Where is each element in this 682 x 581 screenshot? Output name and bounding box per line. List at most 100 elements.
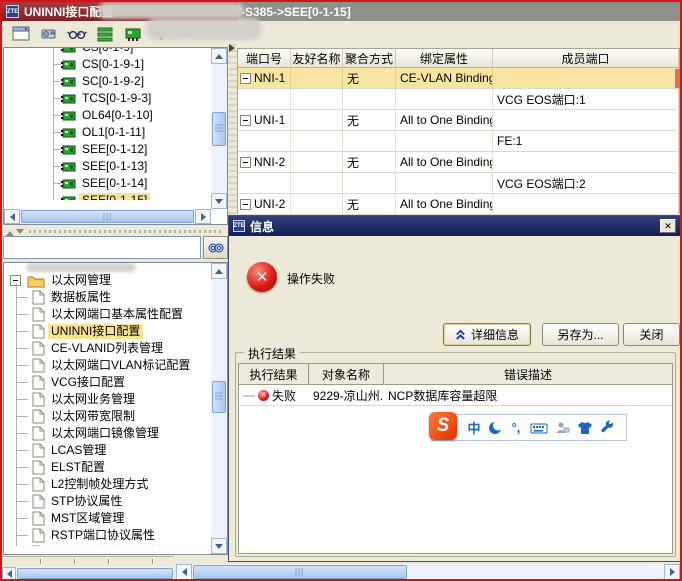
column-header[interactable]: 成员端口 [493,49,679,68]
tree-node-tcs0193[interactable]: TCS[0-1-9-3] [4,90,211,107]
tree-node-label: PVSTP端口协议属性设置 [48,545,189,546]
search-button[interactable] [203,236,228,259]
nav-item-0[interactable]: 数据板属性 [4,289,211,306]
tree-node-cs0191[interactable]: CS[0-1-9-1] [4,56,211,73]
nav-item-11[interactable]: L2控制帧处理方式 [4,476,211,493]
scroll-thumb[interactable] [17,568,173,579]
column-header[interactable]: 友好名称 [291,49,343,68]
chevron-double-up-icon [455,329,466,340]
column-header[interactable]: 绑定属性 [396,49,493,68]
scroll-right-button[interactable] [195,209,211,224]
page-icon [32,426,45,441]
scroll-thumb[interactable] [193,565,407,579]
nav-item-4[interactable]: 以太网端口VLAN标记配置 [4,357,211,374]
ports-table-row[interactable]: UNI-1无All to One Binding [238,110,679,131]
scroll-right-button[interactable] [664,564,680,580]
tree-board-icon [61,93,76,105]
tree-node-ol640110[interactable]: OL64[0-1-10] [4,107,211,124]
save-as-button[interactable]: 另存为... [542,323,619,346]
page-icon [32,341,45,356]
punctuation-icon[interactable]: °, [506,418,526,438]
cell-value: 无 [347,70,359,87]
tree-node-label: 以太网业务管理 [48,392,138,407]
moon-icon[interactable] [487,420,503,436]
nav-item-9[interactable]: LCAS管理 [4,442,211,459]
panel-splitter[interactable] [3,227,228,235]
scroll-thumb[interactable] [212,112,226,146]
board-tree-panel: CS[0-1-9] CS[0-1-9-1]SC[0-1-9-2]TCS[0-1-9… [3,47,228,225]
tree-node-sc0192[interactable]: SC[0-1-9-2] [4,73,211,90]
nav-item-1[interactable]: 以太网端口基本属性配置 [4,306,211,323]
app-window: ZTE UNINNI接口配置 -S385->SEE[0-1-15] CS[0-1… [0,0,682,581]
tree-node-cs019[interactable]: CS[0-1-9] [4,47,211,56]
tree-node-label: CS[0-1-9] [79,47,136,55]
column-header[interactable]: 聚合方式 [343,49,396,68]
details-button[interactable]: 详细信息 [443,323,531,346]
tree-node-see0115[interactable]: SEE[0-1-15] [4,192,211,200]
row-expander-icon[interactable] [240,199,251,210]
row-expander-icon[interactable] [240,157,251,168]
content-splitter[interactable] [228,44,237,214]
device-toolbar-button[interactable] [36,22,62,46]
column-header[interactable]: 执行结果 [239,364,309,384]
tree-node-label: TCS[0-1-9-3] [79,91,154,106]
nav-item-6[interactable]: 以太网业务管理 [4,391,211,408]
scroll-up-button[interactable] [211,48,227,64]
scroll-left-button[interactable] [176,564,192,580]
nav-item-8[interactable]: 以太网端口镜像管理 [4,425,211,442]
cell-binding: All to One Binding [396,110,493,130]
wrench-icon[interactable] [598,418,618,438]
list-toolbar-button[interactable] [92,22,118,46]
nav-item-5[interactable]: VCG接口配置 [4,374,211,391]
ports-table-row[interactable]: NNI-2无All to One Binding [238,152,679,173]
board-toolbar-button[interactable] [120,22,146,46]
scroll-thumb[interactable] [212,381,226,413]
tree-node-see0113[interactable]: SEE[0-1-13] [4,158,211,175]
column-header[interactable]: 错误描述 [384,364,672,384]
window-toolbar-button[interactable] [8,22,34,46]
tree-connector-stub [53,183,61,184]
column-header[interactable]: 对象名称 [309,364,384,384]
row-expander-icon[interactable] [240,73,251,84]
splitter-collapse-up-icon[interactable] [6,227,14,236]
ports-table-row[interactable]: FE:1 [238,131,679,152]
nav-item-3[interactable]: CE-VLANID列表管理 [4,340,211,357]
nav-item-14[interactable]: RSTP端口协议属性 [4,527,211,544]
tree-node-ethernet-management[interactable]: 以太网管理 [4,272,211,289]
nav-item-2[interactable]: UNINNI接口配置 [4,323,211,340]
tree-connector-stub [53,64,61,65]
tree-node-ol10111[interactable]: OL1[0-1-11] [4,124,211,141]
scroll-up-button[interactable] [211,263,227,279]
scroll-down-button[interactable] [211,538,227,554]
nav-item-15[interactable]: PVSTP端口协议属性设置 [4,544,211,546]
scroll-left-button[interactable] [4,209,20,224]
ports-table-row[interactable]: VCG EOS端口:1 [238,89,679,110]
scroll-down-button[interactable] [211,193,227,209]
user-icon[interactable] [552,418,572,438]
tree-node-see0112[interactable]: SEE[0-1-12] [4,141,211,158]
error-icon: ✕ [247,262,277,292]
skin-icon[interactable] [575,418,595,438]
tree-node-label: CS[0-1-9-1] [79,57,147,72]
column-header[interactable]: 端口号 [238,49,291,68]
glasses-toolbar-button[interactable] [64,22,90,46]
search-input[interactable] [3,236,201,259]
keyboard-icon[interactable] [529,418,549,438]
cell-value: All to One Binding [400,113,493,127]
tree-node-see0114[interactable]: SEE[0-1-14] [4,175,211,192]
row-expander-icon[interactable] [240,115,251,126]
close-button[interactable]: 关闭 [623,323,680,346]
sogou-logo-icon[interactable]: S [429,412,457,440]
nav-item-7[interactable]: 以太网带宽限制 [4,408,211,425]
dialog-close-button[interactable]: ✕ [660,219,676,233]
chinese-mode-icon[interactable]: 中 [464,418,484,438]
dialog-title-bar[interactable]: ZTE 信息 [229,216,681,236]
nav-item-10[interactable]: ELST配置 [4,459,211,476]
ports-table-row[interactable]: VCG EOS端口:2 [238,173,679,194]
nav-item-13[interactable]: MST区域管理 [4,510,211,527]
ports-table-row[interactable]: UNI-2无All to One Binding [238,194,679,215]
ports-table-row[interactable]: NNI-1无CE-VLAN Binding [238,68,679,89]
nav-item-12[interactable]: STP协议属性 [4,493,211,510]
result-row[interactable]: — ✕ 失败 9229-凉山州... NCP数据库容量超限 [239,385,672,406]
scroll-thumb[interactable] [21,210,194,223]
